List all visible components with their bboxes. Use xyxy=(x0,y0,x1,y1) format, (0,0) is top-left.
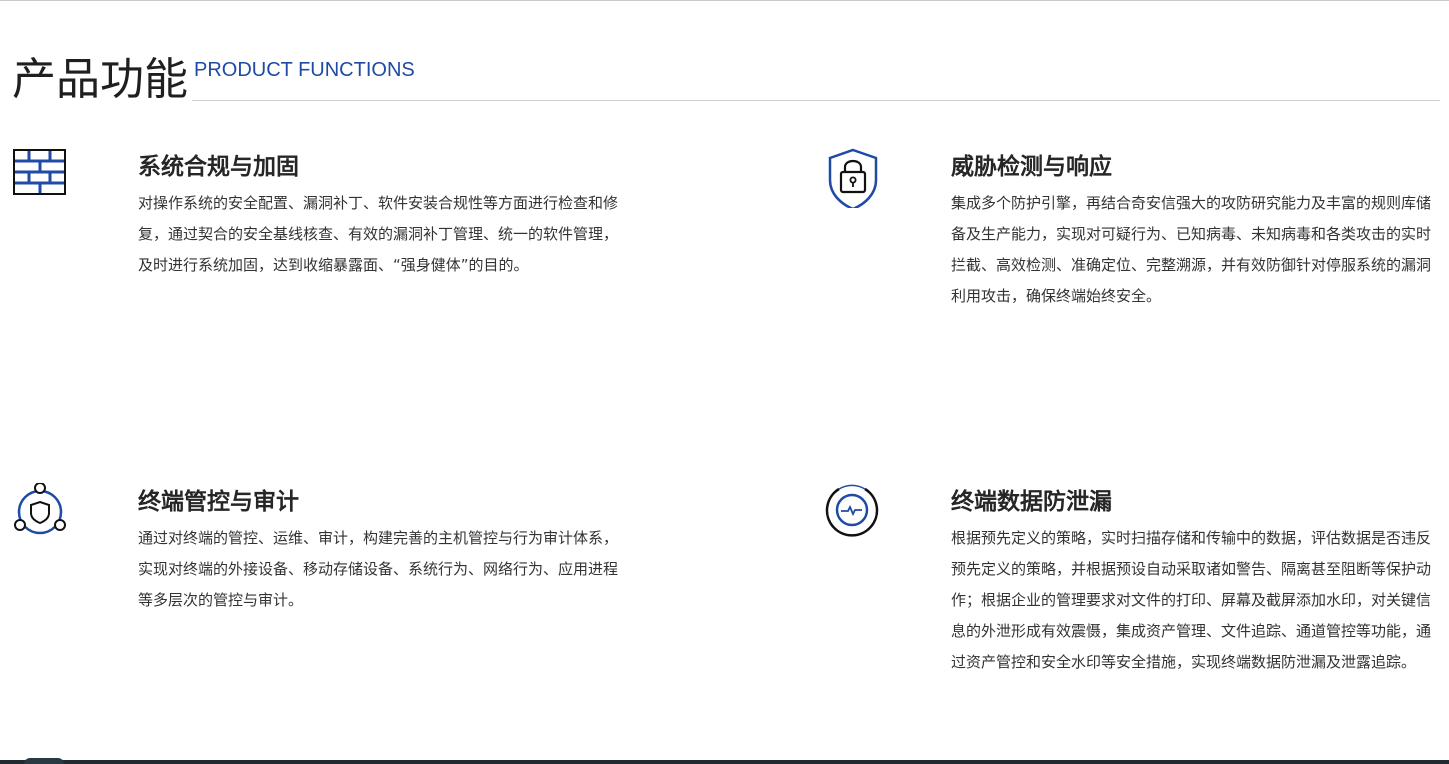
shield-network-icon xyxy=(12,482,68,539)
feature-title: 终端管控与审计 xyxy=(138,489,299,515)
section-header: 产品功能 PRODUCT FUNCTIONS xyxy=(12,52,1440,108)
feature-description: 对操作系统的安全配置、漏洞补丁、软件安装合规性等方面进行检查和修复，通过契合的安… xyxy=(138,194,619,274)
footer-bar xyxy=(0,760,1449,764)
feature-title: 系统合规与加固 xyxy=(138,154,299,180)
section-title: 产品功能 xyxy=(12,54,188,105)
feature-threat-detection: 威胁检测与响应 集成多个防护引擎，再结合奇安信强大的攻防研究能力及丰富的规则库储… xyxy=(828,148,1441,312)
feature-data-leak-prevention: 终端数据防泄漏 根据预先定义的策略，实时扫描存储和传输中的数据，评估数据是否违反… xyxy=(825,484,1441,678)
top-divider xyxy=(0,0,1449,1)
feature-title: 威胁检测与响应 xyxy=(951,154,1112,180)
section-subtitle: PRODUCT FUNCTIONS xyxy=(194,59,415,81)
brick-wall-icon xyxy=(12,148,68,204)
data-monitor-icon xyxy=(825,483,881,539)
footer-tab xyxy=(24,758,64,764)
product-functions-page: 产品功能 PRODUCT FUNCTIONS 系统合规与加固 对操作系统的安全配… xyxy=(0,0,1449,764)
shield-lock-icon xyxy=(825,148,881,211)
feature-description: 通过对终端的管控、运维、审计，构建完善的主机管控与行为审计体系，实现对终端的外接… xyxy=(138,529,619,609)
feature-endpoint-control: 终端管控与审计 通过对终端的管控、运维、审计，构建完善的主机管控与行为审计体系，… xyxy=(14,482,628,616)
feature-description: 集成多个防护引擎，再结合奇安信强大的攻防研究能力及丰富的规则库储备及生产能力，实… xyxy=(951,194,1432,305)
feature-title: 终端数据防泄漏 xyxy=(951,489,1112,515)
feature-description: 根据预先定义的策略，实时扫描存储和传输中的数据，评估数据是否违反预先定义的策略，… xyxy=(951,529,1432,671)
header-divider xyxy=(192,100,1440,101)
feature-system-compliance: 系统合规与加固 对操作系统的安全配置、漏洞补丁、软件安装合规性等方面进行检查和修… xyxy=(13,149,628,281)
